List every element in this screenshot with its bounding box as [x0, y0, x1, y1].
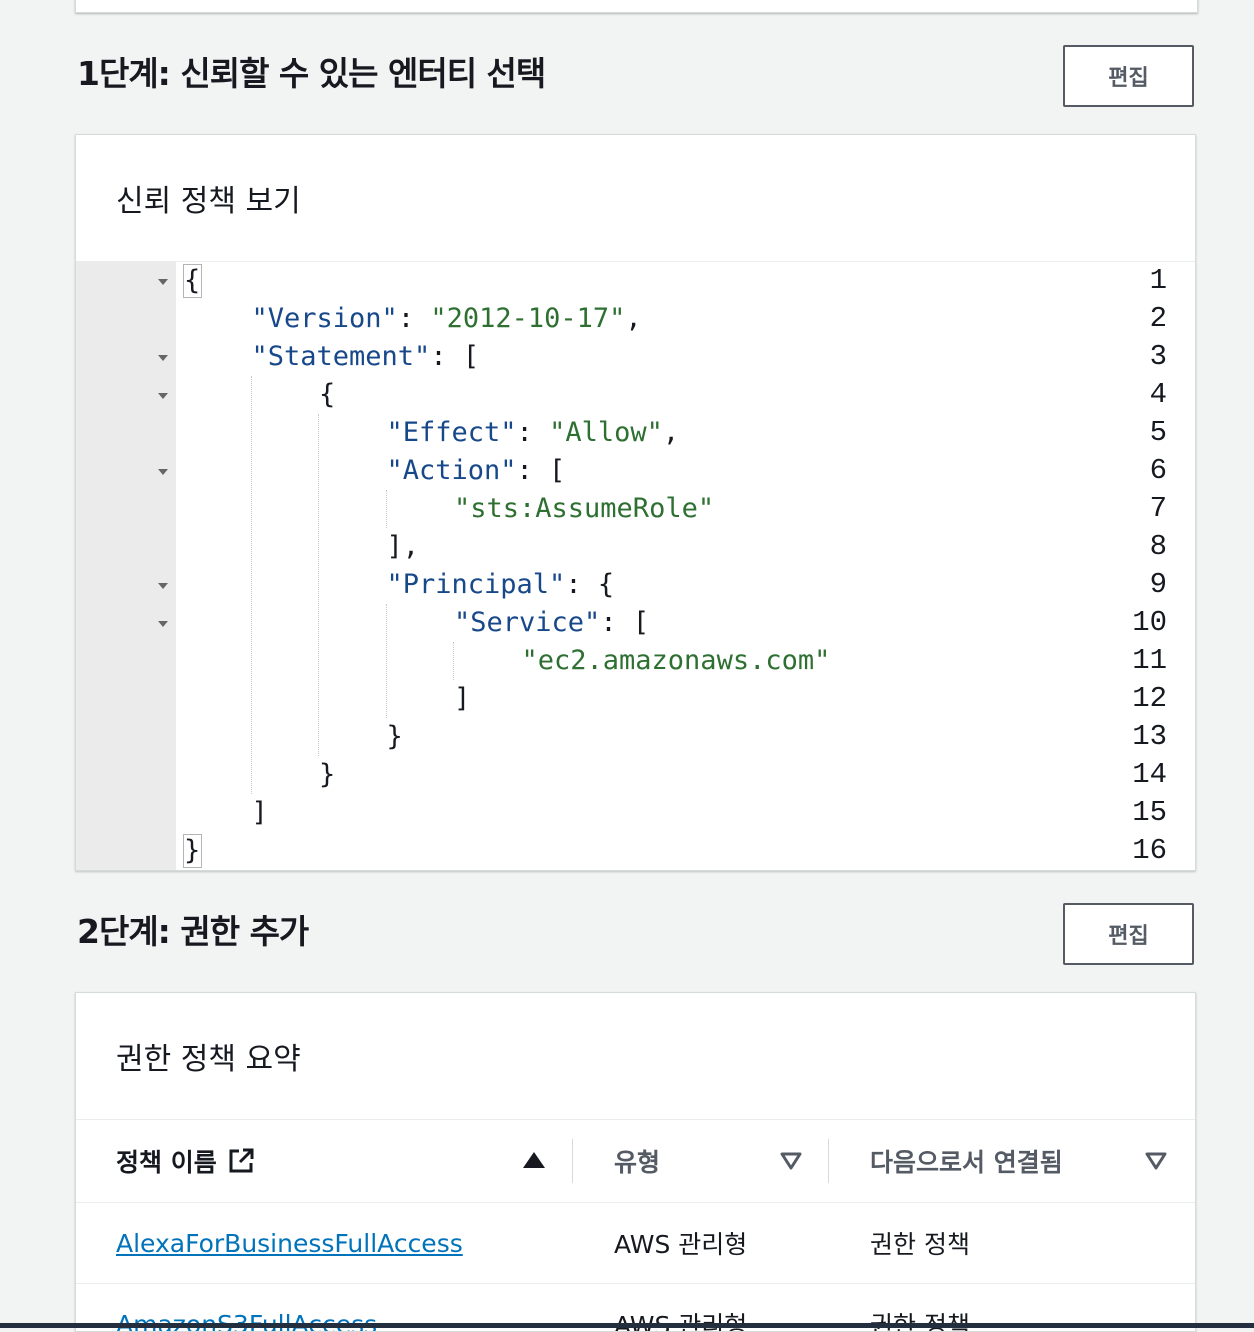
column-divider — [572, 1139, 573, 1183]
bottom-bar — [0, 1323, 1254, 1328]
bracket-match-highlight — [183, 834, 202, 868]
code-line: "sts:AssumeRole" — [454, 490, 714, 528]
line-number: 6 — [1150, 452, 1167, 490]
json-punctuation: : — [398, 303, 431, 334]
code-line: ] — [252, 794, 268, 832]
json-key: "Action" — [387, 455, 517, 486]
json-punctuation: : [ — [517, 455, 566, 486]
line-number: 2 — [1150, 300, 1167, 338]
line-number: 4 — [1150, 376, 1167, 414]
line-number: 3 — [1150, 338, 1167, 376]
json-punctuation: : [ — [430, 341, 479, 372]
json-punctuation: } — [387, 721, 403, 752]
line-number: 10 — [1132, 604, 1167, 642]
policy-name-link[interactable]: AmazonS3FullAccess — [116, 1310, 377, 1332]
line-number: 7 — [1150, 490, 1167, 528]
column-divider — [828, 1139, 829, 1183]
json-key: "Principal" — [387, 569, 566, 600]
policy-attached-as: 권한 정책 — [870, 1225, 970, 1261]
json-string: "2012-10-17" — [430, 303, 625, 334]
fold-toggle-icon[interactable] — [158, 583, 168, 589]
code-line: "Version": "2012-10-17", — [252, 300, 642, 338]
line-number: 13 — [1132, 718, 1167, 756]
json-punctuation: ], — [387, 531, 420, 562]
indent-guide — [386, 604, 387, 718]
sort-none-icon[interactable] — [1145, 1152, 1167, 1170]
column-header-label: 정책 이름 — [116, 1143, 217, 1179]
code-line: } — [319, 756, 335, 794]
policy-name-link[interactable]: AlexaForBusinessFullAccess — [116, 1229, 463, 1258]
trust-policy-card-title: 신뢰 정책 보기 — [76, 135, 1195, 262]
line-number: 16 — [1132, 832, 1167, 870]
code-line: } — [387, 718, 403, 756]
step1-title: 1단계: 신뢰할 수 있는 엔터티 선택 — [77, 54, 545, 94]
code-line: { — [319, 376, 335, 414]
sort-none-icon[interactable] — [780, 1152, 802, 1170]
line-number: 5 — [1150, 414, 1167, 452]
code-line: "Action": [ — [387, 452, 566, 490]
bracket-match-highlight — [183, 264, 202, 298]
code-line: "Statement": [ — [252, 338, 480, 376]
permissions-summary-card-title: 권한 정책 요약 — [76, 993, 1195, 1120]
fold-toggle-icon[interactable] — [158, 621, 168, 627]
line-number: 1 — [1150, 262, 1167, 300]
step2-title: 2단계: 권한 추가 — [77, 912, 308, 952]
step1-edit-button[interactable]: 편집 — [1063, 45, 1194, 107]
external-link-icon[interactable] — [227, 1147, 255, 1175]
column-header-policy-name[interactable]: 정책 이름 — [116, 1120, 255, 1202]
code-line: ] — [454, 680, 470, 718]
code-line: "Service": [ — [454, 604, 649, 642]
code-line: ], — [387, 528, 420, 566]
json-punctuation: ] — [454, 683, 470, 714]
json-punctuation: : — [517, 417, 550, 448]
json-punctuation: } — [319, 759, 335, 790]
line-number: 15 — [1132, 794, 1167, 832]
policy-type: AWS 관리형 — [614, 1225, 747, 1261]
indent-guide — [251, 376, 252, 794]
policy-attached-as: 권한 정책 — [870, 1306, 970, 1332]
line-number: 8 — [1150, 528, 1167, 566]
line-number-gutter — [76, 262, 176, 870]
column-header-label: 유형 — [614, 1143, 660, 1179]
json-punctuation: , — [625, 303, 641, 334]
fold-toggle-icon[interactable] — [158, 279, 168, 285]
json-key: "Statement" — [252, 341, 431, 372]
indent-guide — [453, 642, 454, 680]
column-header-label: 다음으로서 연결됨 — [870, 1143, 1063, 1179]
json-key: "Version" — [252, 303, 398, 334]
column-header-attached-as[interactable]: 다음으로서 연결됨 — [870, 1120, 1063, 1202]
trust-policy-card: 신뢰 정책 보기 1 {2 "Version": "2012-10-17", 3 "St… — [75, 134, 1196, 871]
json-key: "Effect" — [387, 417, 517, 448]
indent-guide — [318, 414, 319, 756]
code-line: "Effect": "Allow", — [387, 414, 680, 452]
table-header: 정책 이름 유형 다음으로서 연결됨 — [76, 1120, 1195, 1203]
json-string: "Allow" — [549, 417, 663, 448]
json-punctuation: , — [663, 417, 679, 448]
step2-edit-button[interactable]: 편집 — [1063, 903, 1194, 965]
previous-card — [75, 0, 1198, 13]
json-string: "ec2.amazonaws.com" — [522, 645, 831, 676]
json-code-editor[interactable]: 1 {2 "Version": "2012-10-17", 3 "Statement":… — [76, 262, 1195, 870]
fold-toggle-icon[interactable] — [158, 393, 168, 399]
code-line: "Principal": { — [387, 566, 615, 604]
fold-toggle-icon[interactable] — [158, 469, 168, 475]
indent-guide — [386, 490, 387, 528]
line-number: 14 — [1132, 756, 1167, 794]
code-line: "ec2.amazonaws.com" — [522, 642, 831, 680]
line-number: 9 — [1150, 566, 1167, 604]
fold-toggle-icon[interactable] — [158, 355, 168, 361]
line-number: 12 — [1132, 680, 1167, 718]
column-header-type[interactable]: 유형 — [614, 1120, 660, 1202]
json-key: "Service" — [454, 607, 600, 638]
line-number: 11 — [1132, 642, 1167, 680]
json-punctuation: : [ — [600, 607, 649, 638]
permissions-summary-card: 권한 정책 요약 정책 이름 유형 다음으로서 연결됨 — [75, 992, 1196, 1332]
json-punctuation: { — [319, 379, 335, 410]
json-punctuation: ] — [252, 797, 268, 828]
json-punctuation: : { — [565, 569, 614, 600]
table-row: AlexaForBusinessFullAccess AWS 관리형 권한 정책 — [76, 1203, 1195, 1284]
policy-type: AWS 관리형 — [614, 1306, 747, 1332]
sort-ascending-icon[interactable] — [523, 1152, 545, 1168]
json-string: "sts:AssumeRole" — [454, 493, 714, 524]
